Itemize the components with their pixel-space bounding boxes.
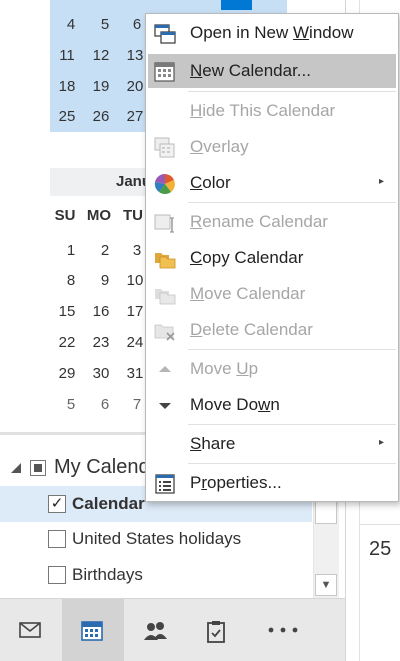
day-header: MO (86, 207, 112, 224)
date-cell[interactable]: 19 (84, 72, 118, 102)
nav-mail[interactable] (0, 599, 62, 661)
menu-item-label: Move Up (190, 359, 259, 378)
partial-check-icon (34, 464, 42, 472)
collapse-triangle-icon[interactable] (10, 462, 22, 474)
copy-folder-icon (155, 253, 176, 269)
menu-item-share[interactable]: Share ▸ (148, 427, 396, 461)
nav-people[interactable] (124, 599, 186, 661)
date-cell[interactable]: 2 (88, 236, 122, 266)
date-cell[interactable]: 12 (84, 41, 118, 71)
date-cell[interactable]: 25 (50, 102, 84, 132)
nav-more[interactable] (248, 599, 310, 661)
menu-separator (188, 202, 396, 203)
menu-item-overlay[interactable]: Overlay (148, 130, 396, 164)
date-cell[interactable]: 16 (84, 297, 118, 327)
menu-separator (188, 349, 396, 350)
move-folder-icon (155, 289, 176, 305)
mail-icon (19, 622, 41, 638)
menu-item-rename-calendar[interactable]: Rename Calendar (148, 205, 396, 239)
submenu-arrow-icon: ▸ (378, 437, 384, 448)
people-icon (144, 622, 167, 640)
new-window-icon (154, 24, 176, 44)
menu-item-delete-calendar[interactable]: Delete Calendar (148, 313, 396, 347)
calendar-checkbox[interactable]: ✓ (48, 495, 66, 513)
date-cell[interactable]: 1 (54, 236, 88, 266)
group-checkbox[interactable] (30, 460, 46, 476)
day-header: SU (54, 207, 76, 224)
date-cell[interactable]: 4 (54, 10, 88, 40)
more-icon (268, 627, 298, 633)
nav-calendar[interactable] (62, 599, 124, 661)
menu-item-open-new-window[interactable]: Open in New Window (148, 16, 396, 50)
delete-folder-icon (154, 324, 175, 341)
view-gridline (359, 524, 400, 525)
navigation-bar (0, 598, 345, 661)
menu-item-copy-calendar[interactable]: Copy Calendar (148, 241, 396, 275)
menu-item-label: Share (190, 434, 236, 453)
calendar-name: United States holidays (72, 529, 242, 548)
date-cell[interactable]: 11 (50, 41, 84, 71)
menu-item-label: Move Calendar (190, 284, 306, 303)
new-calendar-icon (154, 62, 175, 82)
calendar-name: Calendar (72, 494, 145, 513)
calendar-list-item[interactable]: United States holidays (0, 521, 312, 557)
menu-item-label: Move Down (190, 395, 280, 414)
nav-tasks[interactable] (186, 599, 248, 661)
calendar-checkbox[interactable] (48, 566, 66, 584)
color-palette-icon (154, 173, 175, 194)
submenu-arrow-icon: ▸ (378, 176, 384, 187)
triangle-down-icon (159, 403, 171, 409)
menu-item-color[interactable]: Color ▸ (148, 166, 396, 200)
date-cell[interactable]: 29 (50, 359, 84, 389)
menu-item-move-calendar[interactable]: Move Calendar (148, 277, 396, 311)
context-menu: Open in New Window New Calendar... Hide … (145, 13, 399, 502)
menu-item-new-calendar[interactable]: New Calendar... (148, 54, 396, 88)
day-number: 25 (369, 538, 392, 560)
menu-item-label: Hide This Calendar (190, 101, 336, 120)
calendar-list-item[interactable]: Birthdays (0, 557, 312, 593)
today-marker (221, 0, 252, 10)
date-cell[interactable]: 22 (50, 328, 84, 358)
menu-item-label: Overlay (190, 137, 249, 156)
menu-item-label: Copy Calendar (190, 248, 304, 267)
date-cell[interactable]: 18 (50, 72, 84, 102)
menu-item-label: Open in New Window (190, 23, 354, 42)
menu-item-properties[interactable]: Properties... (148, 466, 396, 500)
menu-item-label: Rename Calendar (190, 212, 328, 231)
scroll-down-button[interactable]: ▼ (315, 574, 337, 596)
date-cell[interactable]: 26 (84, 102, 118, 132)
menu-item-label: New Calendar... (190, 61, 311, 80)
properties-icon (155, 474, 175, 494)
date-cell[interactable]: 6 (88, 390, 122, 420)
menu-separator (188, 424, 396, 425)
menu-separator (188, 91, 396, 92)
overlay-icon (154, 137, 175, 158)
group-label: My Calend (54, 456, 150, 478)
date-cell[interactable]: 9 (88, 266, 122, 296)
menu-item-move-down[interactable]: Move Down (148, 388, 396, 422)
date-cell[interactable]: 15 (50, 297, 84, 327)
menu-item-hide-calendar[interactable]: Hide This Calendar (148, 94, 396, 128)
calendar-name: Birthdays (72, 565, 143, 584)
scrollbar-thumb[interactable] (315, 500, 337, 524)
menu-item-label: Color (190, 173, 231, 192)
menu-item-move-up[interactable]: Move Up (148, 352, 396, 386)
rename-icon (154, 214, 174, 233)
outlook-window: 4 5 6 11 12 13 18 19 20 25 26 27 Janu SU… (0, 0, 400, 661)
menu-item-label: Properties... (190, 473, 282, 492)
tasks-icon (207, 621, 225, 643)
calendar-checkbox[interactable] (48, 530, 66, 548)
menu-item-label: Delete Calendar (190, 320, 313, 339)
menu-separator (188, 463, 396, 464)
calendar-icon (81, 621, 103, 641)
date-cell[interactable]: 5 (54, 390, 88, 420)
date-cell[interactable]: 5 (88, 10, 122, 40)
date-cell[interactable]: 23 (84, 328, 118, 358)
date-cell[interactable]: 8 (54, 266, 88, 296)
triangle-up-icon (159, 366, 171, 372)
date-cell[interactable]: 30 (84, 359, 118, 389)
